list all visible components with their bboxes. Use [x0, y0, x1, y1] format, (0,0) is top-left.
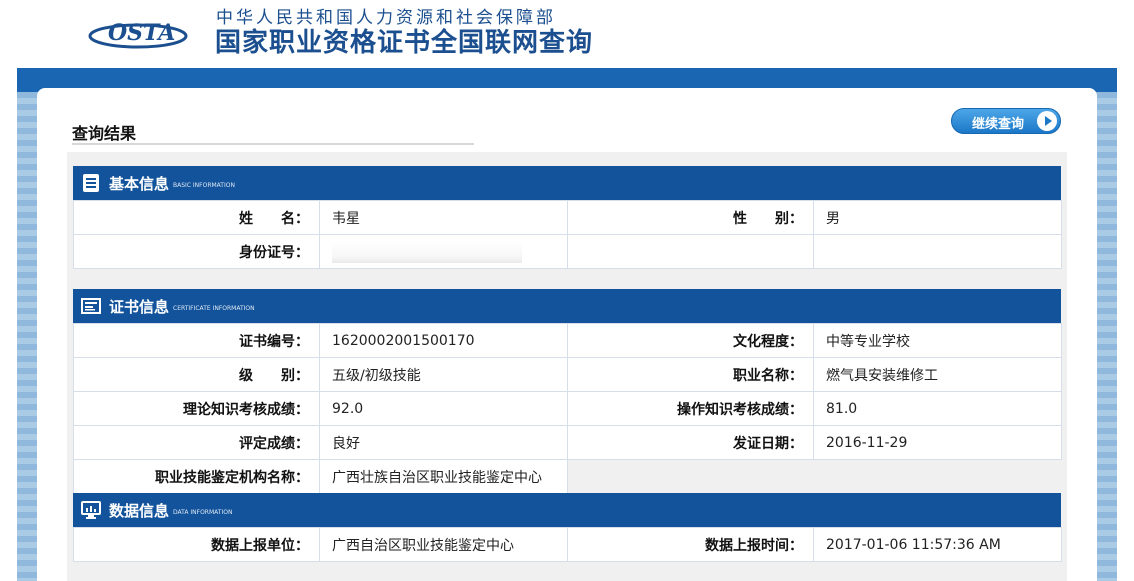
- page-title: 查询结果: [72, 124, 137, 143]
- occupation-value: 燃气具安装维修工: [813, 357, 1062, 392]
- certificate-info-subtitle: CERTIFICATE INFORMATION: [173, 305, 255, 312]
- id-number-label: 身份证号：: [73, 234, 320, 269]
- occupation-label: 职业名称：: [567, 357, 814, 392]
- monitor-chart-icon: [81, 501, 101, 519]
- data-info-table: 数据上报单位： 广西自治区职业技能鉴定中心 数据上报时间： 2017-01-06…: [73, 527, 1062, 562]
- empty-cell: [813, 234, 1062, 269]
- theory-score-value: 92.0: [319, 391, 568, 426]
- table-row: 职业技能鉴定机构名称： 广西壮族自治区职业技能鉴定中心: [73, 459, 1062, 494]
- report-unit-value: 广西自治区职业技能鉴定中心: [319, 527, 568, 562]
- site-header: OSTA 中华人民共和国人力资源和社会保障部 国家职业资格证书全国联网查询: [0, 0, 1134, 68]
- education-value: 中等专业学校: [813, 323, 1062, 358]
- data-info-subtitle: DATA INFORMATION: [173, 509, 233, 516]
- certificate-number-value: 1620002001500170: [319, 323, 568, 358]
- theory-score-label: 理论知识考核成绩：: [73, 391, 320, 426]
- redacted-id-bar: [332, 240, 522, 263]
- table-row: 证书编号： 1620002001500170 文化程度： 中等专业学校: [73, 323, 1062, 358]
- gender-value: 男: [813, 200, 1062, 235]
- agency-label: 职业技能鉴定机构名称：: [73, 459, 320, 494]
- play-arrow-icon: [1037, 111, 1057, 131]
- level-label: 级 别：: [73, 357, 320, 392]
- table-row: 身份证号：: [73, 234, 1062, 269]
- certificate-info-header: 证书信息 CERTIFICATE INFORMATION: [73, 289, 1061, 323]
- basic-info-table: 姓 名： 韦星 性 别： 男 身份证号：: [73, 200, 1062, 269]
- education-label: 文化程度：: [567, 323, 814, 358]
- name-value: 韦星: [319, 200, 568, 235]
- table-row: 数据上报单位： 广西自治区职业技能鉴定中心 数据上报时间： 2017-01-06…: [73, 527, 1062, 562]
- document-list-icon: [83, 174, 99, 192]
- issue-date-label: 发证日期：: [567, 425, 814, 460]
- data-info-header: 数据信息 DATA INFORMATION: [73, 493, 1061, 527]
- id-number-value: [319, 234, 568, 269]
- certificate-info-table: 证书编号： 1620002001500170 文化程度： 中等专业学校 级 别：…: [73, 323, 1062, 494]
- practice-score-label: 操作知识考核成绩：: [567, 391, 814, 426]
- certificate-card-icon: [81, 298, 101, 314]
- logo-text: OSTA: [108, 20, 175, 46]
- continue-query-label: 继续查询: [972, 117, 1025, 132]
- empty-cell: [567, 459, 1062, 494]
- practice-score-value: 81.0: [813, 391, 1062, 426]
- table-row: 姓 名： 韦星 性 别： 男: [73, 200, 1062, 235]
- osta-logo: OSTA: [88, 20, 188, 49]
- report-time-value: 2017-01-06 11:57:36 AM: [813, 527, 1062, 562]
- name-label: 姓 名：: [73, 200, 320, 235]
- data-info-title: 数据信息: [109, 502, 170, 520]
- gender-label: 性 别：: [567, 200, 814, 235]
- table-row: 评定成绩： 良好 发证日期： 2016-11-29: [73, 425, 1062, 460]
- basic-info-subtitle: BASIC INFORMATION: [173, 182, 235, 189]
- agency-value: 广西壮族自治区职业技能鉴定中心: [319, 459, 568, 494]
- continue-query-button[interactable]: 继续查询: [951, 108, 1061, 134]
- issue-date-value: 2016-11-29: [813, 425, 1062, 460]
- empty-cell: [567, 234, 814, 269]
- report-unit-label: 数据上报单位：: [73, 527, 320, 562]
- table-row: 级 别： 五级/初级技能 职业名称： 燃气具安装维修工: [73, 357, 1062, 392]
- table-row: 理论知识考核成绩： 92.0 操作知识考核成绩： 81.0: [73, 391, 1062, 426]
- rating-label: 评定成绩：: [73, 425, 320, 460]
- basic-info-title: 基本信息: [109, 175, 170, 193]
- title-divider: [72, 143, 474, 145]
- report-time-label: 数据上报时间：: [567, 527, 814, 562]
- basic-info-header: 基本信息 BASIC INFORMATION: [73, 166, 1061, 200]
- site-title: 国家职业资格证书全国联网查询: [215, 28, 594, 58]
- level-value: 五级/初级技能: [319, 357, 568, 392]
- certificate-number-label: 证书编号：: [73, 323, 320, 358]
- rating-value: 良好: [319, 425, 568, 460]
- certificate-info-title: 证书信息: [109, 298, 170, 316]
